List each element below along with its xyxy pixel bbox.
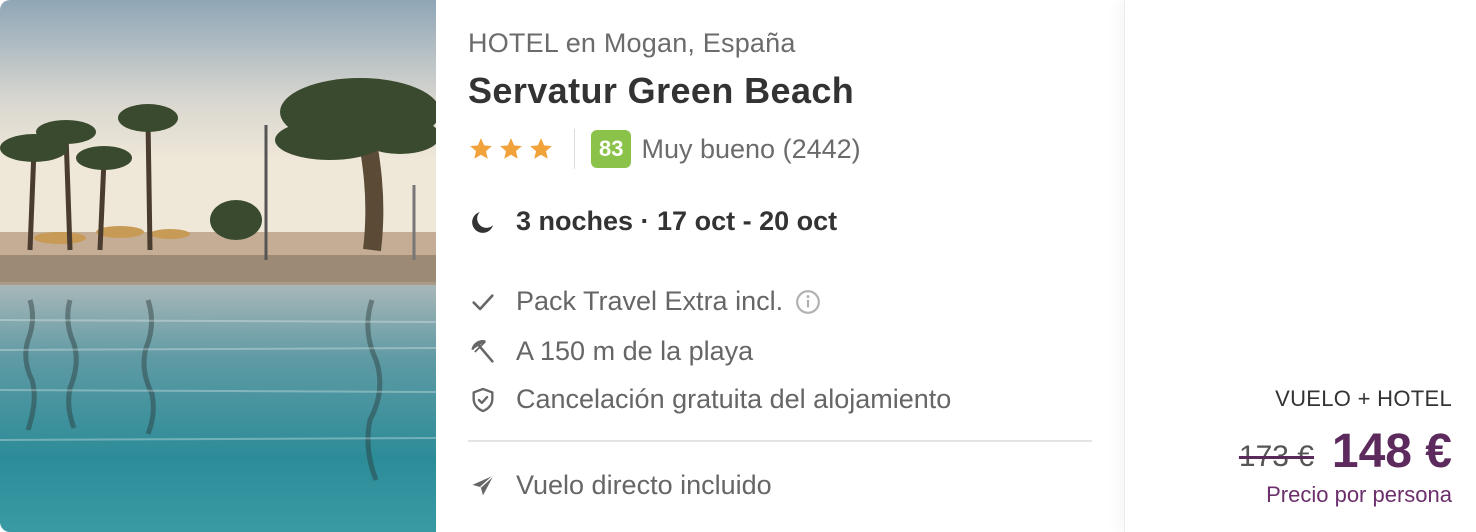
hotel-location: HOTEL en Mogan, España [468,28,796,58]
star-icon [530,138,552,159]
stay-dates: 3 noches · 17 oct - 20 oct [468,206,837,237]
info-icon[interactable] [795,289,821,315]
feature-direct-flight: Vuelo directo incluido [468,470,772,501]
check-icon [468,287,498,317]
feature-label: A 150 m de la playa [516,336,754,366]
feature-label: Pack Travel Extra incl. [516,286,784,316]
star-rating [468,136,554,162]
star-icon [500,138,522,159]
beach-umbrella-icon [468,337,498,367]
hotel-pool-photo [0,0,436,532]
rating-row: 83 Muy bueno (2442) [468,128,861,170]
section-divider [468,440,1092,442]
review-score-badge: 83 [591,130,632,168]
price-panel[interactable]: VUELO + HOTEL 173 € 148 € Precio por per… [1124,0,1476,532]
feature-label: Cancelación gratuita del alojamiento [516,384,952,414]
feature-label: Vuelo directo incluido [516,470,772,500]
current-price: 148 € [1331,425,1452,478]
package-type: VUELO + HOTEL [1275,386,1452,411]
price-per-person-label: Precio por persona [1266,482,1452,507]
old-price: 173 € [1238,440,1314,473]
shield-check-icon [468,385,498,415]
review-score-text[interactable]: Muy bueno (2442) [641,134,860,165]
feature-beach-distance: A 150 m de la playa [468,336,753,367]
feature-free-cancellation: Cancelación gratuita del alojamiento [468,384,951,415]
feature-pack-travel: Pack Travel Extra incl. [468,286,821,317]
hotel-photo[interactable] [0,0,436,532]
hotel-name[interactable]: Servatur Green Beach [468,70,854,112]
moon-icon [472,211,493,233]
rating-divider [574,129,575,169]
stay-dates-text: 3 noches · 17 oct - 20 oct [516,206,838,236]
hotel-details: HOTEL en Mogan, España Servatur Green Be… [436,0,1124,532]
hotel-result-card[interactable]: HOTEL en Mogan, España Servatur Green Be… [0,0,1476,532]
plane-icon [468,471,498,501]
star-icon [470,138,492,159]
